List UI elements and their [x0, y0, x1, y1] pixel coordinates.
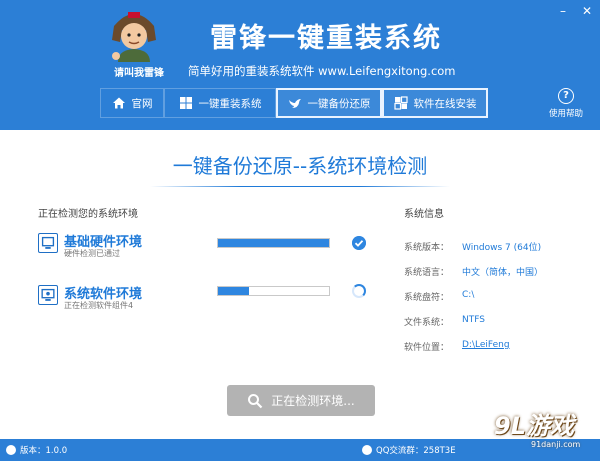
progress-fill	[218, 287, 250, 295]
nav-item-backup-restore[interactable]: 一键备份还原	[276, 88, 382, 118]
avatar-caption: 请叫我雷锋	[114, 68, 164, 79]
sys-info-heading: 系统信息	[404, 209, 444, 220]
help-label: 使用帮助	[548, 109, 583, 119]
sys-info-label: 软件位置：	[404, 343, 450, 353]
check-subtitle: 硬件检测已通过	[64, 249, 120, 258]
software-location-link[interactable]: D:\LeiFeng	[462, 340, 510, 350]
help-icon: ?	[558, 88, 574, 104]
grid-icon	[393, 96, 408, 110]
nav-item-software-install[interactable]: 软件在线安装	[382, 88, 488, 118]
watermark: 9L游戏 91danji.com	[466, 400, 600, 461]
nav-item-label: 软件在线安装	[413, 97, 477, 110]
software-progress-bar	[217, 286, 330, 296]
qq-label: QQ交流群：258T3E	[376, 446, 456, 456]
sys-info-label: 系统盘符：	[404, 293, 450, 303]
version-label: 版本：1.0.0	[20, 446, 68, 456]
qq-group[interactable]: QQ交流群：258T3E	[362, 444, 456, 456]
info-icon	[6, 445, 16, 455]
app-subtitle: 简单好用的重装系统软件 www.Leifengxitong.com	[188, 64, 456, 78]
app-title: 雷锋一键重装系统	[210, 23, 442, 54]
page-title: 一键备份还原--系统环境检测	[172, 154, 428, 178]
qq-icon	[362, 445, 372, 455]
watermark-url: 91danji.com	[531, 440, 581, 449]
home-icon	[112, 97, 125, 109]
nav-bar: 官网 一键重装系统 一键备份还原 软件在线安装	[100, 88, 488, 118]
sys-info-label: 系统版本：	[404, 243, 450, 253]
hardware-progress-bar	[217, 238, 330, 248]
sys-info-value: NTFS	[462, 315, 485, 325]
detect-heading: 正在检测您的系统环境	[38, 209, 138, 220]
search-icon	[248, 393, 263, 408]
software-icon	[38, 285, 58, 305]
detect-button-label: 正在检测环境...	[271, 394, 355, 408]
nav-item-reinstall[interactable]: 一键重装系统	[164, 88, 276, 118]
header: – ✕ 请叫我雷锋 雷锋一键重装系统 简单好用的重装系统软件 www.Leife…	[0, 0, 600, 130]
check-done-icon	[352, 236, 366, 250]
version-info: 版本：1.0.0	[6, 444, 67, 456]
nav-item-official-site[interactable]: 官网	[100, 88, 164, 118]
nav-item-label: 一键备份还原	[307, 97, 371, 110]
window-controls: – ✕	[556, 4, 594, 18]
bird-icon	[288, 99, 301, 108]
watermark-text: 9L游戏	[494, 412, 574, 440]
windows-icon	[179, 97, 192, 109]
detect-button[interactable]: 正在检测环境...	[227, 385, 375, 416]
close-button[interactable]: ✕	[580, 4, 594, 18]
hardware-icon	[38, 233, 58, 253]
check-subtitle: 正在检测软件组件4	[64, 301, 134, 310]
help-button[interactable]: ? 使用帮助	[544, 88, 588, 119]
sys-info-value: Windows 7 (64位)	[462, 243, 542, 253]
nav-item-label: 官网	[131, 97, 153, 110]
progress-fill	[218, 239, 329, 247]
minimize-button[interactable]: –	[556, 4, 570, 18]
title-divider	[150, 186, 450, 187]
sys-info-value: 中文（简体，中国）	[462, 268, 544, 278]
sys-info-label: 系统语言：	[404, 268, 450, 278]
sys-info-label: 文件系统：	[404, 318, 450, 328]
loading-spinner-icon	[352, 284, 366, 298]
leifeng-avatar	[112, 12, 156, 62]
sys-info-value: C:\	[462, 290, 475, 300]
nav-item-label: 一键重装系统	[198, 97, 262, 110]
